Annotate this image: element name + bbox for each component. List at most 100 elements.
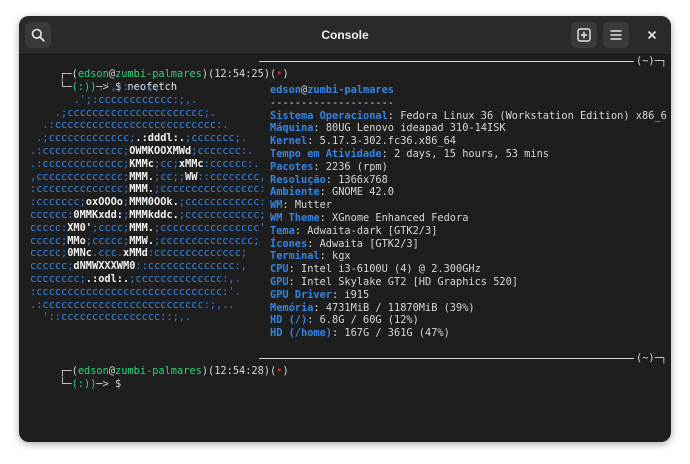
info-value: 1366x768: [338, 173, 388, 186]
info-row: Terminal: kgx: [270, 250, 351, 263]
close-icon: [647, 30, 657, 40]
prompt-time: 12:54:28: [214, 365, 264, 377]
info-value: XGnome Enhanced Fedora: [332, 211, 469, 224]
logo-line: ,cccccccccccccc;MMM.;cc;;WW::cccccccc,: [30, 170, 266, 183]
info-label: Terminal: [270, 250, 320, 263]
info-label: Ícones: [270, 237, 308, 250]
logo-line: cccccc;dNMWXXXWM0::cccccccccccccc:,: [30, 260, 247, 273]
info-value: GNOME 42.0: [332, 186, 395, 199]
headerbar: Console: [19, 16, 671, 55]
prompt-smiley: (:)): [71, 378, 97, 390]
info-value: kgx: [332, 250, 351, 263]
info-value: 2236 (rpm): [325, 160, 388, 173]
info-separator: --------------------: [270, 96, 394, 109]
prompt-cwd: (~)─┐: [636, 352, 667, 364]
info-row: Resolução: 1366x768: [270, 173, 388, 186]
info-row: Sistema Operacional: Fedora Linux 36 (Wo…: [270, 109, 667, 122]
info-label: Ambiente: [270, 186, 320, 199]
info-row: HD (/): 6.8G / 60G (12%): [270, 314, 419, 327]
info-label: CPU: [270, 263, 289, 276]
info-row: WM: Mutter: [270, 199, 333, 212]
info-value: 80UG Lenovo ideapad 310-14ISK: [325, 122, 506, 135]
info-row: Pacotes: 2236 (rpm): [270, 160, 388, 173]
info-row: Tempo em Atividade: 2 days, 15 hours, 53…: [270, 147, 549, 160]
prompt-arrow: ─>: [96, 378, 116, 390]
info-value: 4731MiB / 11870MiB (39%): [325, 301, 475, 314]
terminal-view[interactable]: ┌─(edson@zumbi-palmares)(12:54:25)(•) (~…: [19, 55, 671, 442]
info-host: zumbi-palmares: [307, 84, 394, 96]
info-value: Fedora Linux 36 (Workstation Edition) x8…: [400, 109, 667, 122]
info-label: Tema: [270, 224, 295, 237]
logo-line: .:cccccccccccccccccccccccccc:;,..: [30, 298, 235, 311]
info-label: Kernel: [270, 135, 308, 148]
info-header: edson@zumbi-palmares: [270, 84, 667, 97]
info-label: HD (/home): [270, 327, 332, 340]
fedora-ascii-logo: .',;::::;,'. .';:cccccccccccc:;,. .;cccc…: [30, 81, 266, 324]
logo-line: .;cccccccccccccccccccccc;.: [30, 106, 216, 119]
info-row: HD (/home): 167G / 361G (47%): [270, 327, 450, 340]
info-row: Ambiente: GNOME 42.0: [270, 186, 395, 199]
prompt-line-1: ┌─(edson@zumbi-palmares)(12:54:25)(•): [22, 55, 288, 80]
logo-line: .:ccccccccccccc;OWMKOOXMWd;ccccccc:.: [30, 144, 254, 157]
prompt-paren: )(: [263, 68, 277, 80]
prompt-host: zumbi-palmares: [115, 365, 202, 377]
info-value: Intel i3-6100U (4) @ 2.300GHz: [301, 263, 481, 276]
info-value: Mutter: [294, 199, 333, 212]
hamburger-menu-icon: [610, 30, 622, 40]
info-row: GPU: Intel Skylake GT2 [HD Graphics 520]: [270, 275, 518, 288]
info-row: Máquina: 80UG Lenovo ideapad 310-14ISK: [270, 122, 506, 135]
console-window: Console ┌─(edson@zumbi-palmares)(12:54:2…: [19, 16, 671, 442]
logo-line: ccccc;MMo;ccccc;MMW.;ccccccccccccccc;: [30, 234, 260, 247]
info-label: Tempo em Atividade: [270, 147, 382, 160]
info-value: Intel Skylake GT2 [HD Graphics 520]: [301, 275, 518, 288]
info-row: CPU: Intel i3-6100U (4) @ 2.300GHz: [270, 263, 481, 276]
info-row: Ícones: Adwaita [GTK2/3]: [270, 237, 419, 250]
info-label: Resolução: [270, 173, 326, 186]
info-label: GPU Driver: [270, 288, 332, 301]
info-label: HD (/): [270, 314, 308, 327]
prompt-rule: [259, 61, 634, 62]
logo-line: .',;::::;,'.: [30, 81, 173, 93]
prompt-paren: )(: [201, 68, 215, 80]
prompt-rule: [259, 358, 634, 359]
prompt-time: 12:54:25: [214, 68, 264, 80]
info-label: Sistema Operacional: [270, 109, 388, 122]
new-tab-icon: [577, 28, 591, 42]
prompt-paren: ): [282, 68, 289, 80]
logo-line: ccccc;0MNc.ccc.xMMd:cccccccccccccc;: [30, 247, 248, 260]
info-label: WM: [270, 199, 283, 212]
logo-line: .:ccccccccccccc;KMMc;cc;xMMc:cccccc:.: [30, 157, 260, 170]
info-row: GPU Driver: i915: [270, 288, 370, 301]
info-user: edson: [270, 84, 301, 96]
main-menu-button[interactable]: [603, 22, 629, 48]
new-tab-button[interactable]: [571, 22, 597, 48]
logo-line: .;ccccccccccccc;.:dddl:.;ccccccc;.: [30, 132, 247, 145]
info-row: WM Theme: XGnome Enhanced Fedora: [270, 211, 469, 224]
logo-line: :ccccccc;oxOOOo;MMM0OOk.;cccccccccccc:: [30, 196, 266, 209]
info-value: 6.8G / 60G (12%): [319, 314, 419, 327]
prompt-cwd: (~)─┐: [636, 55, 667, 67]
command-line-1: └─(:))─> $ neofetch: [22, 68, 177, 93]
logo-line: .:cccccccccccccccccccccccccc:.: [30, 119, 229, 132]
info-value: Adwaita-dark [GTK2/3]: [307, 224, 438, 237]
info-label: Memória: [270, 301, 314, 314]
logo-line: :cccccccccccccccccccccccccccccc:'.: [30, 285, 241, 298]
logo-line: .';:cccccccccccc:;,.: [30, 93, 198, 106]
info-row: Kernel: 5.17.3-302.fc36.x86_64: [270, 135, 456, 148]
logo-line: :cccccccccccccc;MMM.;cccccccccccccccc:: [30, 183, 266, 196]
info-value: 2 days, 15 hours, 53 mins: [394, 147, 549, 160]
info-label: Máquina: [270, 122, 314, 135]
prompt-paren: )(: [263, 365, 277, 377]
info-row: Memória: 4731MiB / 11870MiB (39%): [270, 301, 475, 314]
logo-line: cccccccc;.:odl:.;cccccccccccccc:,.: [30, 272, 241, 285]
prompt-paren: )(: [201, 365, 215, 377]
prompt-line-2: ┌─(edson@zumbi-palmares)(12:54:28)(•): [22, 352, 288, 377]
info-label: WM Theme: [270, 211, 320, 224]
info-value: Adwaita [GTK2/3]: [319, 237, 419, 250]
close-button[interactable]: [639, 22, 665, 48]
logo-line: '::cccccccccccccccc::;,.: [30, 311, 192, 324]
command-line-2: └─(:))─> $: [22, 365, 127, 390]
prompt-sign: $: [115, 378, 128, 390]
system-info: edson@zumbi-palmares -------------------…: [270, 84, 667, 340]
logo-line: cccccc:0MMKxdd:;MMMkddc.;cccccccccccc;: [30, 208, 266, 221]
